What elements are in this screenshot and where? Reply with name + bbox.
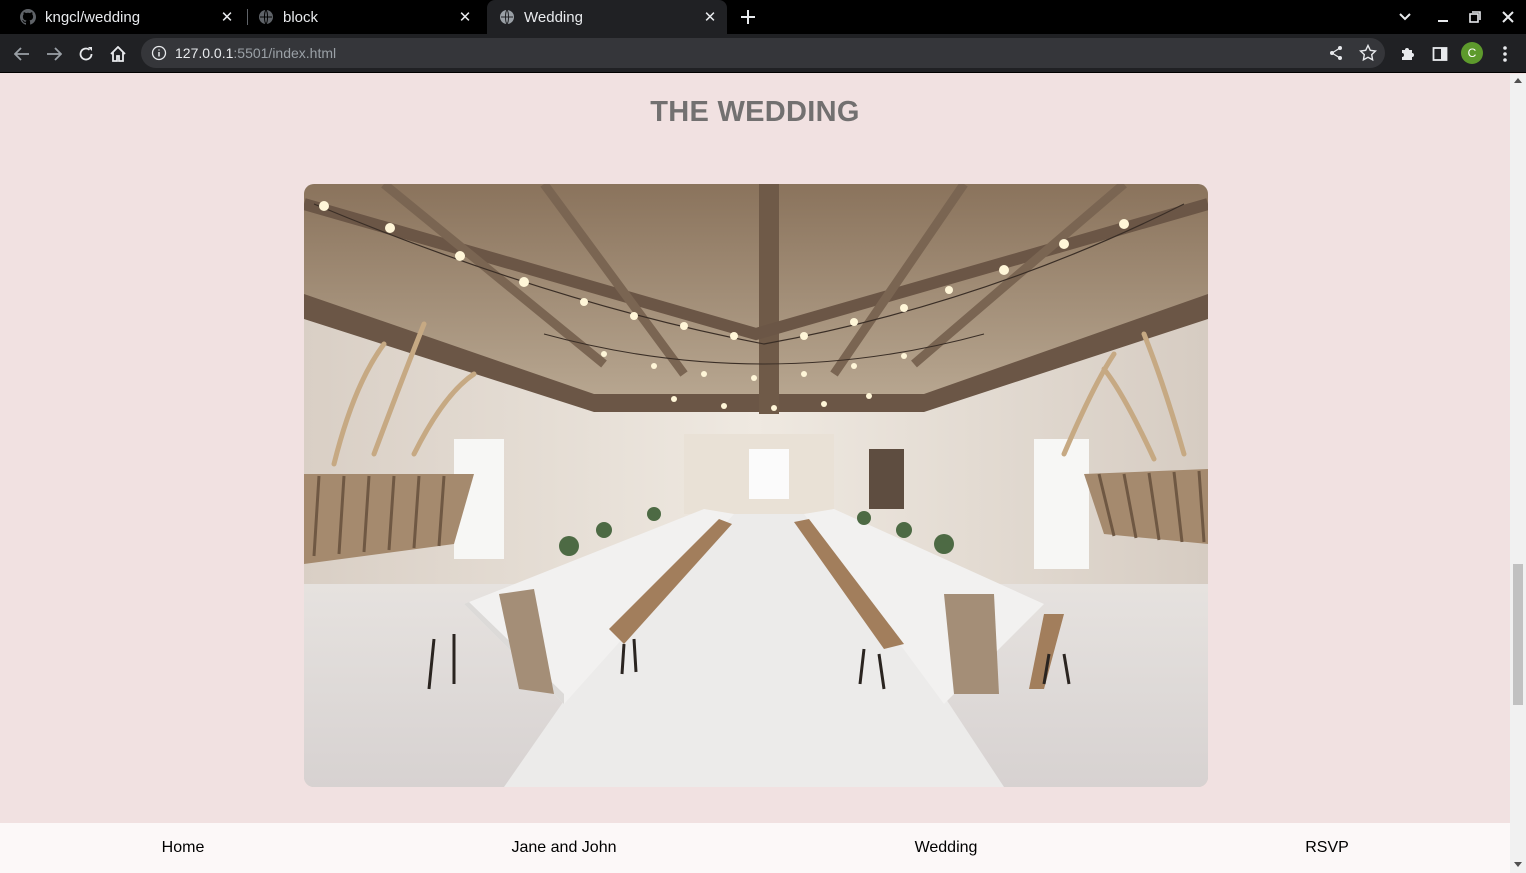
- side-panel-icon[interactable]: [1428, 42, 1452, 66]
- home-button[interactable]: [106, 42, 130, 66]
- nav-link-rsvp[interactable]: RSVP: [1305, 839, 1349, 857]
- tab-search-button[interactable]: [1394, 6, 1416, 28]
- new-tab-button[interactable]: [737, 6, 759, 28]
- url-path: :5501/index.html: [233, 45, 337, 61]
- browser-toolbar: 127.0.0.1:5501/index.html C: [0, 34, 1526, 73]
- url-host: 127.0.0.1: [175, 45, 234, 61]
- scroll-up-arrow-icon[interactable]: [1514, 78, 1522, 83]
- nav-link-wedding[interactable]: Wedding: [915, 839, 978, 857]
- close-window-button[interactable]: [1497, 6, 1519, 28]
- tab-title: kngcl/wedding: [45, 8, 141, 26]
- scrollbar-thumb[interactable]: [1513, 564, 1523, 705]
- globe-icon: [499, 9, 515, 25]
- page-viewport: THE WEDDING Home Jane and John Wedding R…: [0, 74, 1510, 873]
- wedding-venue-photo: [304, 184, 1208, 787]
- nav-link-home[interactable]: Home: [162, 839, 205, 857]
- tab-block[interactable]: block ✕: [250, 0, 482, 34]
- profile-avatar[interactable]: C: [1461, 42, 1483, 64]
- reload-button[interactable]: [74, 42, 98, 66]
- close-tab-icon[interactable]: ✕: [218, 8, 236, 26]
- github-icon: [20, 9, 36, 25]
- tab-wedding[interactable]: Wedding ✕: [487, 0, 727, 34]
- tab-separator: [247, 9, 248, 25]
- close-tab-icon[interactable]: ✕: [701, 8, 719, 26]
- url-text: 127.0.0.1:5501/index.html: [175, 45, 336, 61]
- address-bar[interactable]: 127.0.0.1:5501/index.html: [141, 38, 1385, 68]
- site-info-icon[interactable]: [151, 45, 167, 61]
- tab-title: Wedding: [524, 8, 583, 26]
- tab-strip: kngcl/wedding ✕ block ✕ Wedding ✕: [0, 0, 1526, 34]
- tab-title: block: [283, 8, 319, 26]
- page-title: THE WEDDING: [650, 96, 860, 128]
- extensions-puzzle-icon[interactable]: [1396, 42, 1420, 66]
- menu-kebab-icon[interactable]: [1493, 42, 1517, 66]
- forward-button[interactable]: [42, 42, 66, 66]
- bottom-navigation: Home Jane and John Wedding RSVP: [0, 823, 1510, 873]
- vertical-scrollbar[interactable]: [1510, 74, 1526, 873]
- globe-icon: [258, 9, 274, 25]
- tab-kngcl-wedding[interactable]: kngcl/wedding ✕: [12, 0, 244, 34]
- close-tab-icon[interactable]: ✕: [456, 8, 474, 26]
- scroll-down-arrow-icon[interactable]: [1514, 862, 1522, 867]
- restore-button[interactable]: [1464, 6, 1486, 28]
- minimize-button[interactable]: [1432, 6, 1454, 28]
- share-icon[interactable]: [1326, 43, 1346, 63]
- bookmark-star-icon[interactable]: [1358, 43, 1378, 63]
- nav-link-jane-and-john[interactable]: Jane and John: [512, 839, 617, 857]
- back-button[interactable]: [10, 42, 34, 66]
